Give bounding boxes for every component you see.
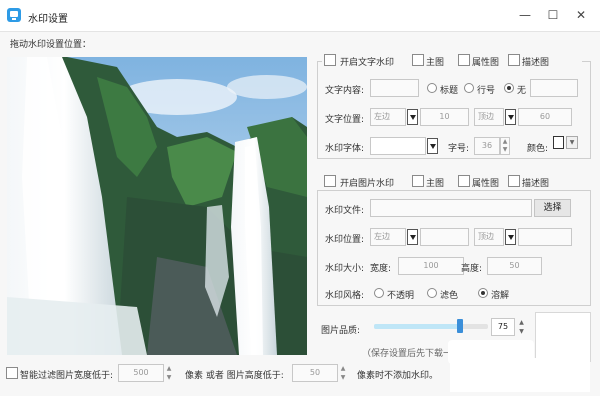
image-h-offset-input[interactable]: [420, 228, 469, 246]
watermark-file-label: 水印文件:: [325, 206, 365, 216]
enable-image-watermark-label: 开启图片水印: [340, 179, 395, 189]
enable-text-watermark-label: 开启文字水印: [340, 58, 395, 68]
watermark-size-label: 水印大小:: [325, 264, 365, 274]
preview-label: 拖动水印设置位置：: [10, 40, 92, 50]
min-height-input[interactable]: 50: [292, 364, 338, 382]
style-screen-label: 滤色: [440, 291, 459, 301]
quality-slider-fill: [374, 324, 460, 329]
text-desc-image-checkbox[interactable]: [508, 54, 520, 66]
text-h-align-dropdown-icon[interactable]: [407, 109, 418, 125]
radio-line-number[interactable]: [464, 83, 474, 93]
bottom-right-overlay: [450, 358, 590, 392]
image-v-offset-input[interactable]: [518, 228, 572, 246]
height-input[interactable]: 50: [487, 257, 542, 275]
min-height-spinner[interactable]: ▲ ▼: [338, 364, 348, 382]
color-label: 颜色:: [527, 144, 549, 154]
radio-none-label: 无: [517, 86, 527, 96]
quality-spinner[interactable]: ▲ ▼: [517, 318, 526, 336]
app-icon: [7, 8, 21, 22]
image-main-image-label: 主图: [426, 179, 445, 189]
select-file-button[interactable]: 选择: [534, 199, 571, 217]
image-h-align-select[interactable]: 左边: [370, 228, 406, 246]
title-bar: 水印设置 — ☐ ✕: [0, 0, 600, 32]
quality-note: （保存设置后先下载一: [362, 349, 453, 359]
quality-input[interactable]: 75: [491, 318, 515, 336]
radio-line-number-label: 行号: [477, 86, 496, 96]
style-dissolve-radio[interactable]: [478, 288, 488, 298]
watermark-style-label: 水印风格:: [325, 291, 365, 301]
radio-none[interactable]: [504, 83, 514, 93]
font-size-spinner[interactable]: ▲ ▼: [500, 137, 510, 155]
watermark-file-input[interactable]: [370, 199, 532, 217]
font-size-label: 字号:: [448, 144, 470, 154]
min-width-spinner[interactable]: ▲ ▼: [164, 364, 174, 382]
color-dropdown-icon[interactable]: ▼: [566, 136, 578, 149]
text-watermark-header: 开启文字水印 主图 属性图 描述图: [322, 52, 582, 68]
image-desc-image-checkbox[interactable]: [508, 175, 520, 187]
image-attr-image-label: 属性图: [472, 179, 500, 189]
font-label: 水印字体:: [325, 144, 365, 154]
image-h-align-dropdown-icon[interactable]: [407, 229, 418, 245]
image-main-image-checkbox[interactable]: [412, 175, 424, 187]
style-dissolve-label: 溶解: [491, 291, 510, 301]
text-content-label: 文字内容:: [325, 86, 365, 96]
close-button[interactable]: ✕: [570, 4, 592, 26]
image-watermark-header: 开启图片水印 主图 属性图 描述图: [322, 173, 582, 189]
image-v-align-dropdown-icon[interactable]: [505, 229, 516, 245]
min-width-input[interactable]: 500: [118, 364, 164, 382]
image-attr-image-checkbox[interactable]: [458, 175, 470, 187]
text-main-image-label: 主图: [426, 58, 445, 68]
quality-slider-thumb[interactable]: [457, 319, 463, 333]
filter-mid-text: 像素 或者 图片高度低于:: [185, 371, 284, 381]
filter-tail-text: 像素时不添加水印。: [357, 371, 439, 381]
text-v-offset-input[interactable]: 60: [518, 108, 572, 126]
radio-title-label: 标题: [440, 86, 459, 96]
text-h-offset-input[interactable]: 10: [420, 108, 469, 126]
text-v-align-dropdown-icon[interactable]: [505, 109, 516, 125]
enable-text-watermark-checkbox[interactable]: [324, 54, 336, 66]
text-desc-image-label: 描述图: [522, 58, 550, 68]
smart-filter-label: 智能过滤图片宽度低于:: [20, 371, 114, 381]
font-dropdown-icon[interactable]: [427, 138, 438, 154]
image-desc-image-label: 描述图: [522, 179, 550, 189]
maximize-button[interactable]: ☐: [542, 4, 564, 26]
window-title: 水印设置: [28, 14, 68, 25]
height-label: 高度:: [461, 264, 483, 274]
watermark-preview-image[interactable]: [7, 57, 307, 355]
style-screen-radio[interactable]: [427, 288, 437, 298]
quality-slider-track[interactable]: [374, 324, 488, 329]
style-opaque-radio[interactable]: [374, 288, 384, 298]
text-attr-image-checkbox[interactable]: [458, 54, 470, 66]
text-content-input[interactable]: [370, 79, 419, 97]
width-input[interactable]: 100: [398, 257, 464, 275]
text-h-align-select[interactable]: 左边: [370, 108, 406, 126]
enable-image-watermark-checkbox[interactable]: [324, 175, 336, 187]
font-size-input[interactable]: 36: [474, 137, 500, 155]
text-position-label: 文字位置:: [325, 115, 365, 125]
text-main-image-checkbox[interactable]: [412, 54, 424, 66]
width-label: 宽度:: [370, 264, 392, 274]
text-v-align-select[interactable]: 顶边: [474, 108, 504, 126]
text-attr-image-label: 属性图: [472, 58, 500, 68]
color-swatch[interactable]: [553, 136, 564, 149]
smart-filter-checkbox[interactable]: [6, 367, 18, 379]
image-v-align-select[interactable]: 顶边: [474, 228, 504, 246]
style-opaque-label: 不透明: [387, 291, 415, 301]
text-extra-input[interactable]: [530, 79, 578, 97]
quality-label: 图片品质:: [321, 326, 361, 336]
radio-title[interactable]: [427, 83, 437, 93]
watermark-thumbnail-preview: [535, 312, 591, 362]
watermark-position-label: 水印位置:: [325, 235, 365, 245]
font-select[interactable]: [370, 137, 426, 155]
minimize-button[interactable]: —: [514, 4, 536, 26]
